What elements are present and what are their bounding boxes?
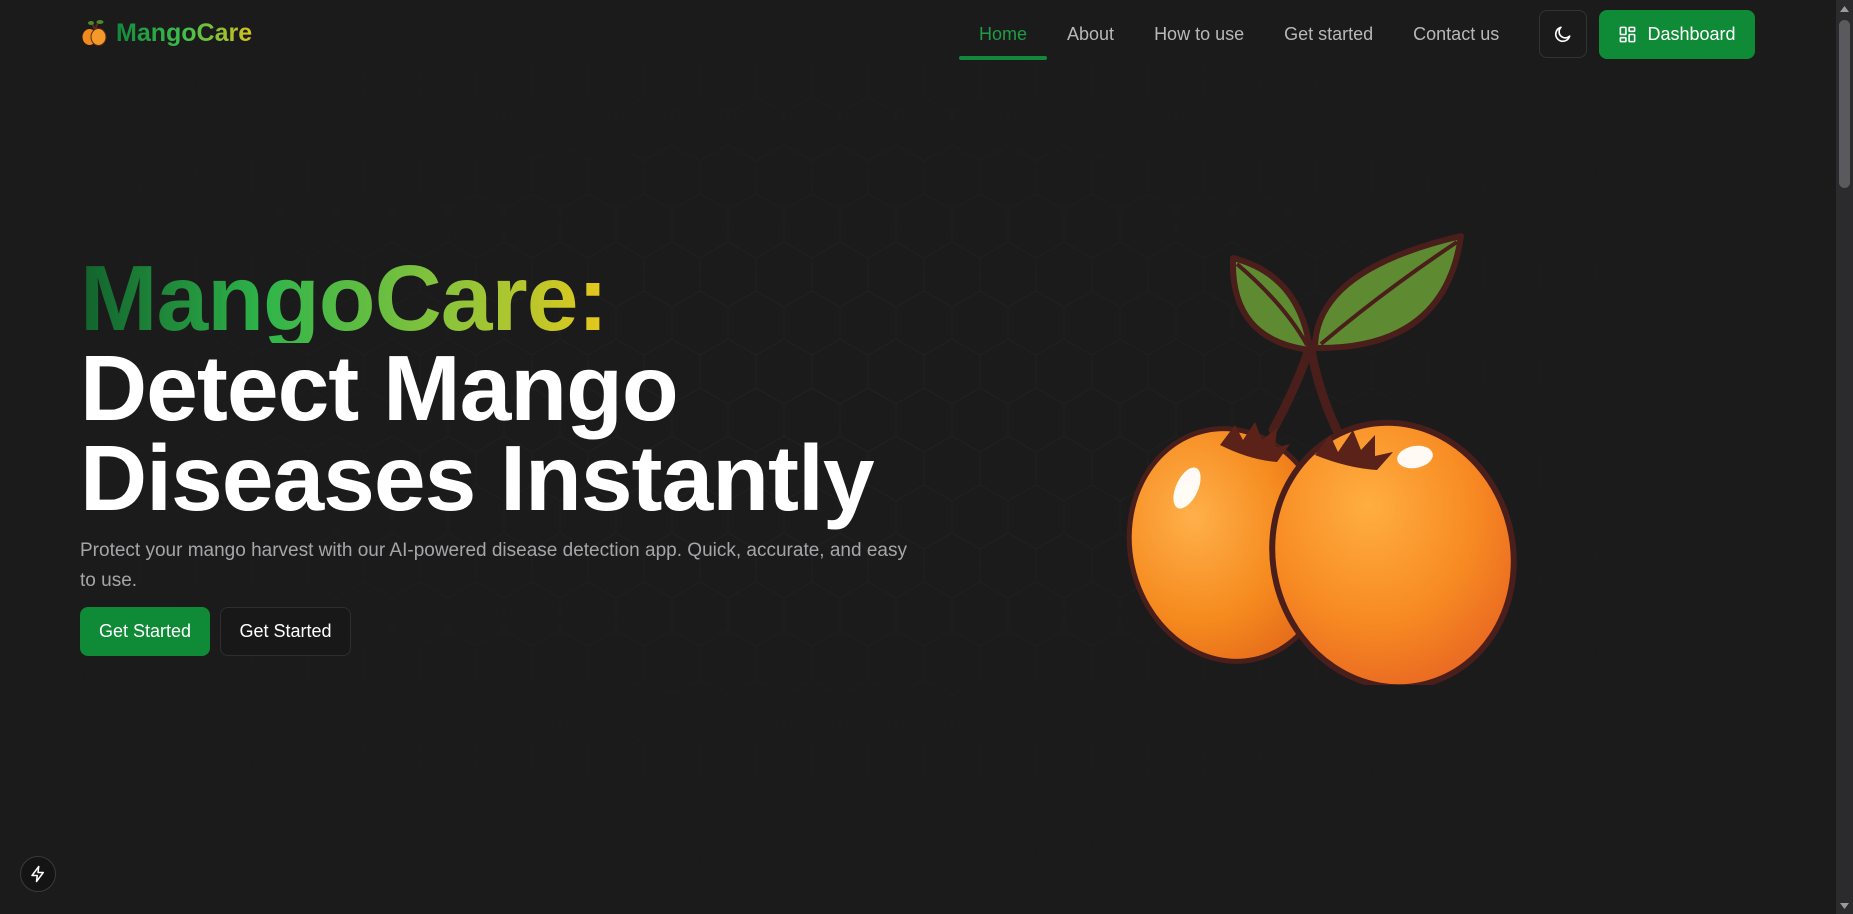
hero-subtitle: Protect your mango harvest with our AI-p…: [80, 540, 907, 591]
page: MangoCare Home About How to use Get star…: [0, 0, 1853, 914]
scroll-down-arrow[interactable]: [1836, 897, 1853, 914]
scroll-thumb[interactable]: [1839, 20, 1850, 188]
mango-illustration: [1126, 233, 1517, 685]
scroll-up-arrow[interactable]: [1836, 0, 1853, 17]
floating-action-button[interactable]: [20, 856, 56, 892]
hero-title-line-2: Detect Mango: [80, 336, 679, 440]
nav-item-get-started[interactable]: Get started: [1264, 8, 1393, 60]
nav-item-home[interactable]: Home: [959, 8, 1048, 60]
brand-name: MangoCare: [116, 18, 253, 47]
hero-title-brand: MangoCare:: [80, 252, 610, 345]
nav-item-about[interactable]: About: [1047, 8, 1134, 60]
brand[interactable]: MangoCare: [80, 18, 252, 48]
nav-links: Home About How to use Get started Contac…: [959, 8, 1519, 60]
scroll-down-icon: [1840, 902, 1849, 909]
get-started-secondary-button[interactable]: Get Started: [220, 607, 351, 656]
theme-toggle-button[interactable]: [1539, 10, 1587, 58]
dashboard-grid-icon: [1620, 26, 1636, 43]
mango-logo-icon: [82, 20, 107, 46]
hero-title-line-3: Diseases Instantly: [80, 426, 875, 530]
scroll-up-icon: [1840, 5, 1849, 12]
dashboard-button-label: Dashboard: [1647, 24, 1736, 44]
moon-icon: [1554, 26, 1571, 43]
top-navbar: MangoCare Home About How to use Get star…: [0, 0, 1836, 70]
nav-item-contact-us[interactable]: Contact us: [1393, 8, 1519, 60]
hero-title: MangoCare: Detect Mango Diseases Instant…: [80, 252, 875, 530]
dashboard-button[interactable]: Dashboard: [1599, 10, 1755, 59]
nav-item-how-to-use[interactable]: How to use: [1134, 8, 1264, 60]
get-started-primary-button[interactable]: Get Started: [80, 607, 210, 656]
vertical-scrollbar[interactable]: [1836, 0, 1853, 914]
lightning-bolt-icon: [31, 865, 44, 883]
